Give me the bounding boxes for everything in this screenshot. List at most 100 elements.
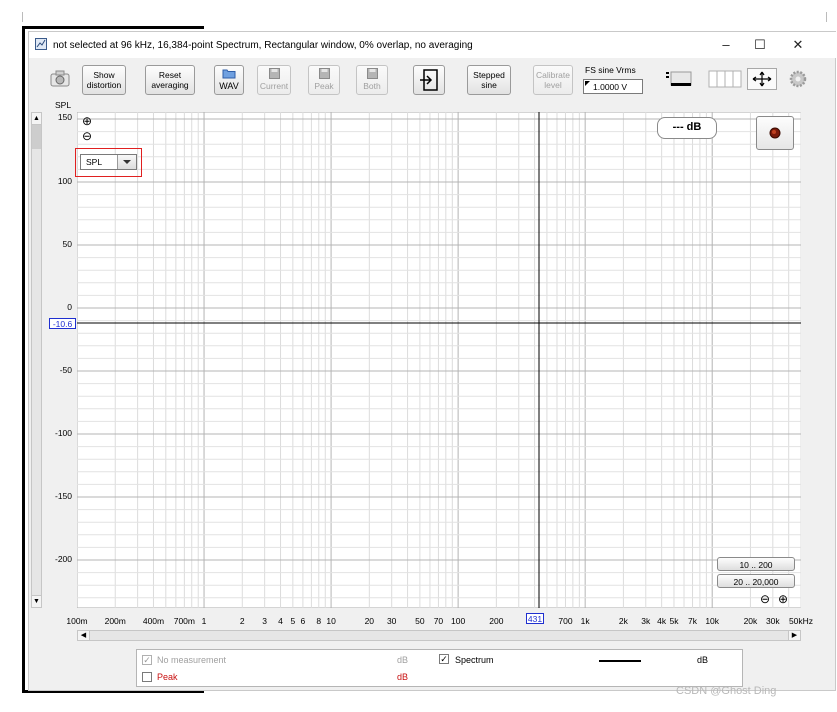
range-20-20000-button[interactable]: 20 .. 20,000 [717, 574, 795, 588]
x-tick-label: 700 [558, 616, 573, 626]
reset-averaging-button[interactable]: Reset averaging [145, 65, 195, 95]
level-readout: --- dB [657, 117, 717, 139]
spl-dropdown-value: SPL [86, 157, 103, 167]
x-tick-label: 4 [278, 616, 283, 626]
vertical-scrollbar[interactable]: ▲ ▼ [31, 112, 42, 608]
page-corner-mark [826, 12, 827, 22]
peak-unit: dB [397, 672, 409, 682]
minimize-button[interactable]: – [711, 35, 741, 55]
spl-dropdown[interactable]: SPL [80, 154, 137, 170]
zoom-in-x-icon[interactable]: ⊕ [778, 593, 788, 605]
folder-icon [222, 69, 236, 79]
x-tick-label: 10 [326, 616, 336, 626]
peak-checkbox[interactable] [142, 672, 152, 682]
y-tick-label: 150 [57, 112, 72, 122]
save-peak-button[interactable]: Peak [308, 65, 340, 95]
save-current-button[interactable]: Current [257, 65, 291, 95]
y-tick-label: -200 [54, 554, 72, 564]
show-distortion-line1: Show [93, 70, 115, 80]
save-current-label: Current [259, 81, 289, 91]
y-tick-label: -100 [54, 428, 72, 438]
frame-top-bar [22, 26, 204, 29]
y-tick-label: 0 [67, 302, 72, 312]
range-10-200-button[interactable]: 10 .. 200 [717, 557, 795, 571]
x-tick-label: 1k [580, 616, 590, 626]
x-cursor-readout[interactable]: 431 [526, 613, 544, 624]
spectrum-label: Spectrum [455, 655, 494, 665]
x-tick-label: 50 [415, 616, 425, 626]
peak-label: Peak [157, 672, 178, 682]
calibrate-level-line2: level [544, 80, 562, 90]
x-tick-label: 1 [201, 616, 207, 626]
spectrum-line-swatch [599, 660, 641, 662]
trace-legend: ✓ No measurement dB ✓ Spectrum dB Peak d… [136, 649, 743, 687]
frame-left-bar [22, 29, 25, 692]
x-tick-label: 200 [489, 616, 504, 626]
fit-axes-icon[interactable] [747, 68, 777, 90]
fs-sine-field[interactable]: 1.0000 V [583, 79, 643, 94]
record-button[interactable] [756, 116, 794, 150]
camera-icon[interactable] [49, 68, 71, 90]
x-tick-label: 3 [262, 616, 268, 626]
x-tick-label: 50kHz [788, 616, 814, 626]
no-measurement-checkbox[interactable]: ✓ [142, 655, 152, 665]
calibrate-level-line1: Calibrate [535, 70, 571, 80]
graph-layout-icon[interactable] [708, 70, 742, 88]
scroll-right-arrow-icon[interactable]: ▶ [788, 631, 800, 640]
maximize-button[interactable]: ☐ [745, 35, 775, 55]
horizontal-scrollbar[interactable]: ◀ ▶ [77, 630, 801, 641]
x-tick-label: 100m [66, 616, 88, 626]
y-tick-label: 50 [62, 239, 72, 249]
rew-spectrum-window: not selected at 96 kHz, 16,384-point Spe… [28, 31, 837, 691]
page-corner-mark [22, 12, 23, 22]
x-tick-label: 30 [386, 616, 397, 626]
save-both-label: Both [363, 81, 381, 91]
floppy-icon [366, 68, 378, 79]
y-cursor-readout[interactable]: -10.6 [49, 318, 76, 329]
scroll-thumb[interactable] [32, 125, 41, 149]
x-tick-label: 2 [239, 616, 245, 626]
settings-gear-icon[interactable] [789, 70, 807, 88]
x-tick-label: 4k [657, 616, 667, 626]
stepped-sine-line1: Stepped [473, 70, 505, 80]
show-distortion-button[interactable]: Show distortion [82, 65, 126, 95]
title-bar: not selected at 96 kHz, 16,384-point Spe… [29, 32, 837, 58]
zoom-in-y-icon[interactable]: ⊕ [82, 115, 92, 127]
stepped-sine-button[interactable]: Stepped sine [467, 65, 511, 95]
export-button[interactable] [413, 65, 445, 95]
chevron-down-icon [117, 155, 136, 169]
x-tick-label: 6 [300, 616, 306, 626]
watermark-text: CSDN @Ghost Ding [676, 685, 777, 697]
close-button[interactable]: ✕ [783, 35, 813, 55]
x-tick-label: 20k [743, 616, 758, 626]
scroll-up-arrow-icon[interactable]: ▲ [32, 113, 41, 125]
zoom-out-y-icon[interactable]: ⊖ [82, 130, 92, 142]
x-tick-label: 30k [765, 616, 780, 626]
x-tick-label: 7k [688, 616, 698, 626]
x-tick-label: 200m [104, 616, 126, 626]
scroll-down-arrow-icon[interactable]: ▼ [32, 595, 41, 607]
save-both-button[interactable]: Both [356, 65, 388, 95]
field-corner-icon [585, 81, 590, 86]
wav-button[interactable]: WAV [214, 65, 244, 95]
x-tick-label: 2k [618, 616, 628, 626]
calibrate-level-button[interactable]: Calibrate level [533, 65, 573, 95]
x-tick-label: 400m [142, 616, 165, 626]
fs-sine-label: FS sine Vrms [585, 65, 636, 75]
exit-arrow-icon [420, 69, 438, 91]
spectrum-checkbox[interactable]: ✓ [439, 654, 449, 664]
y-tick-label: -50 [59, 365, 72, 375]
record-icon [769, 127, 781, 139]
controls-layout-icon[interactable] [665, 69, 695, 89]
show-distortion-line2: distortion [86, 80, 122, 90]
x-tick-label: 20 [364, 616, 375, 626]
zoom-out-x-icon[interactable]: ⊖ [760, 593, 770, 605]
y-axis-title: SPL [55, 100, 72, 110]
spectrum-unit: dB [697, 655, 709, 665]
x-tick-label: 3k [641, 616, 651, 626]
spectrum-graph[interactable] [77, 112, 801, 608]
y-tick-label: -150 [54, 491, 72, 501]
scroll-left-arrow-icon[interactable]: ◀ [78, 631, 90, 640]
stepped-sine-line2: sine [481, 80, 497, 90]
x-tick-label: 70 [433, 616, 444, 626]
